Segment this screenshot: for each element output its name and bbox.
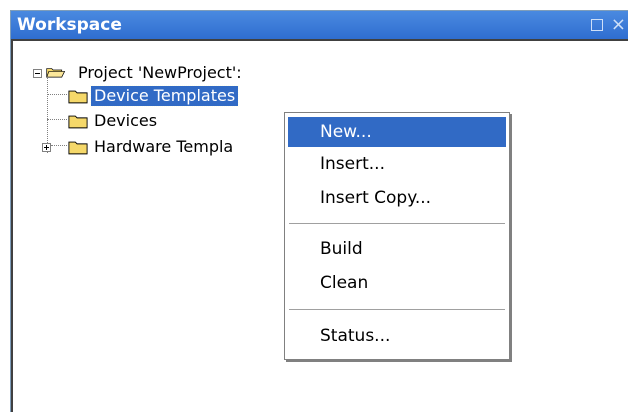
window-title: Workspace <box>17 15 122 35</box>
expand-icon[interactable] <box>42 143 51 152</box>
folder-icon <box>68 115 88 129</box>
tree-connector <box>47 94 67 95</box>
titlebar: Workspace × <box>11 11 628 39</box>
menu-item-build[interactable]: Build <box>288 234 506 264</box>
tree-connector <box>47 119 67 120</box>
tree-label-devices: Devices <box>94 111 158 130</box>
tree-label-hardware-templates: Hardware Templa <box>94 137 234 156</box>
tree-connector <box>47 75 48 153</box>
menu-item-insert[interactable]: Insert... <box>288 149 506 179</box>
menu-separator <box>289 223 505 225</box>
menu-item-insert-copy[interactable]: Insert Copy... <box>288 183 506 213</box>
context-menu: New... Insert... Insert Copy... Build Cl… <box>284 112 510 360</box>
menu-separator <box>289 309 505 311</box>
folder-icon <box>68 90 88 104</box>
title-buttons: × <box>590 11 628 39</box>
menu-item-clean[interactable]: Clean <box>288 268 506 298</box>
menu-item-new[interactable]: New... <box>288 117 506 147</box>
tree-connector <box>51 145 67 146</box>
menu-item-status[interactable]: Status... <box>288 321 506 351</box>
collapse-icon[interactable] <box>33 69 42 78</box>
maximize-icon[interactable] <box>590 19 603 31</box>
tree-label-device-templates: Device Templates <box>89 85 240 107</box>
tree-label-project: Project 'NewProject': <box>78 63 242 82</box>
folder-icon <box>68 141 88 155</box>
close-icon[interactable]: × <box>611 11 626 39</box>
open-folder-icon <box>46 68 66 78</box>
